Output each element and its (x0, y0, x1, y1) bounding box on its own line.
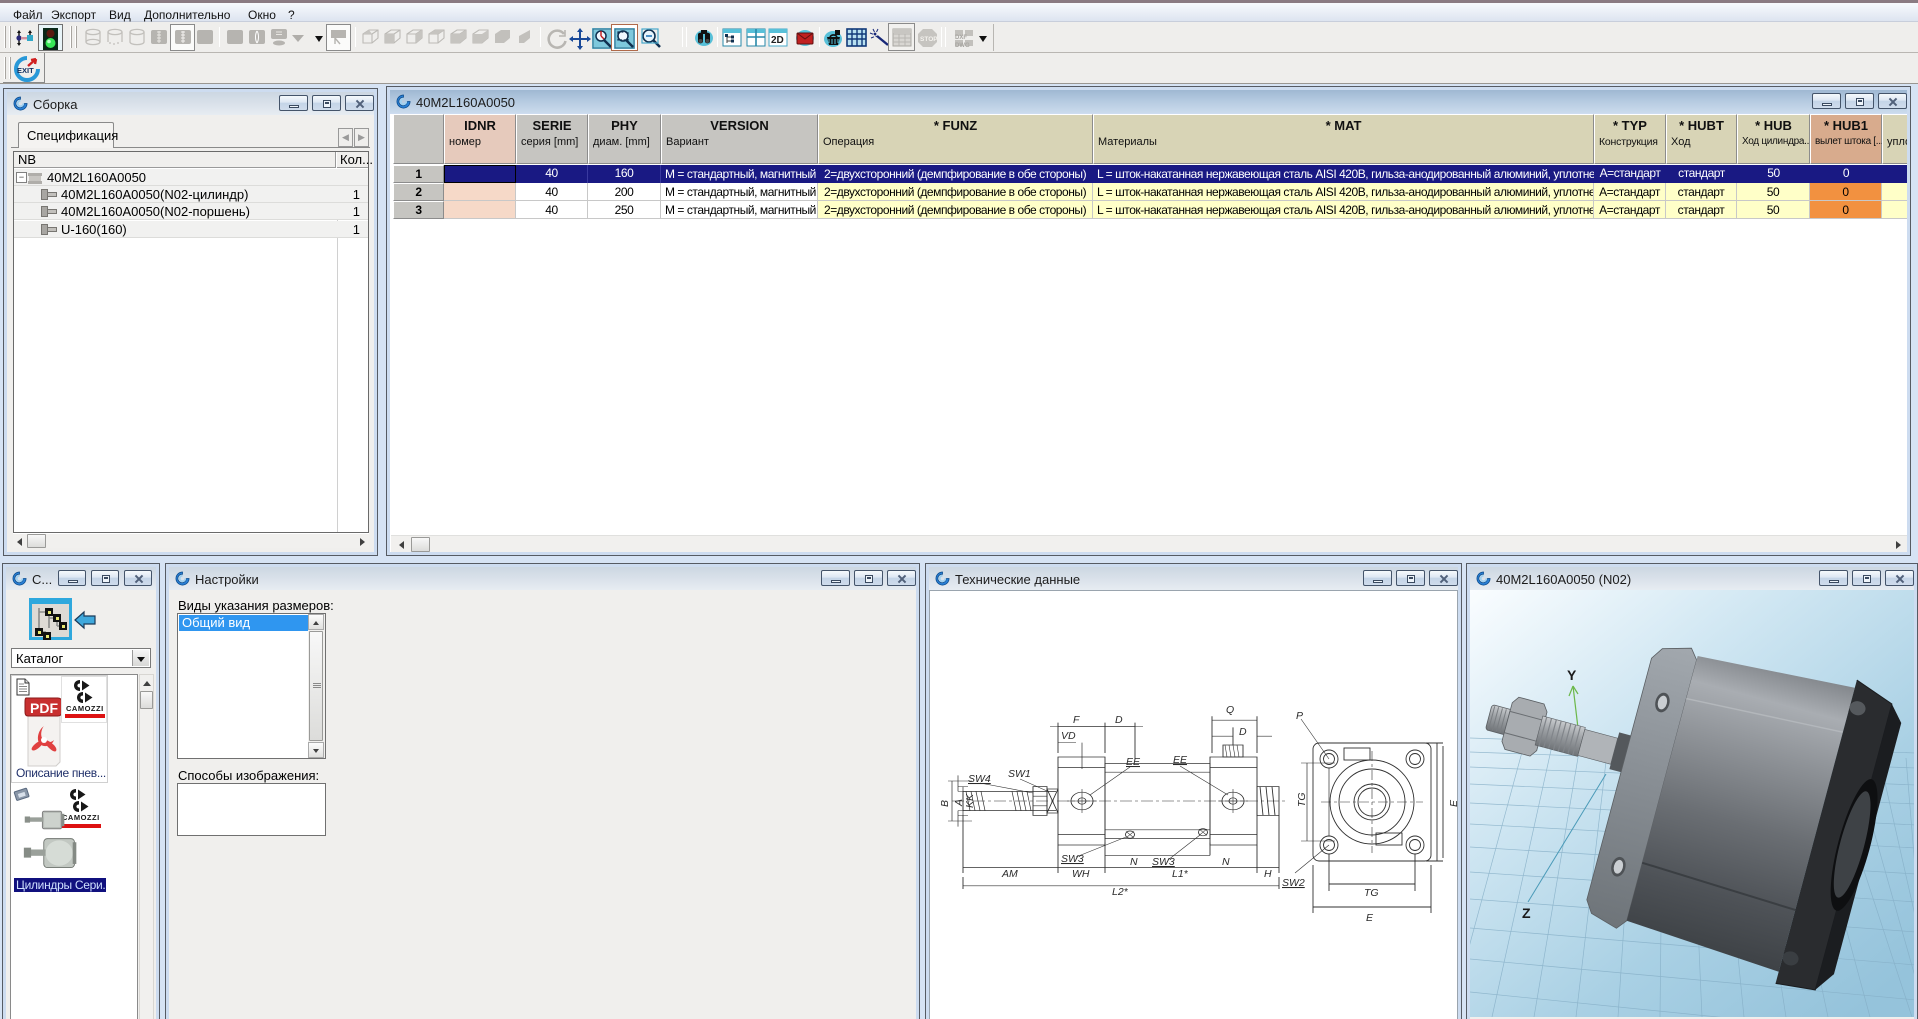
svg-text:Z: Z (1522, 905, 1531, 921)
svg-text:VD: VD (1061, 730, 1076, 742)
svg-text:SW3: SW3 (1152, 856, 1175, 868)
svg-text:F: F (1073, 714, 1080, 726)
svg-text:SW2: SW2 (1282, 877, 1305, 889)
svg-text:E: E (1448, 799, 1459, 807)
svg-text:DWG: DWG (955, 43, 970, 49)
svg-text:E: E (1366, 912, 1374, 924)
svg-text:CAMOZZI: CAMOZZI (66, 704, 104, 712)
svg-text:EE: EE (1173, 754, 1188, 766)
svg-text:SW4: SW4 (968, 773, 991, 785)
svg-text:TG: TG (1364, 887, 1379, 899)
svg-text:CAMOZZI: CAMOZZI (62, 813, 100, 821)
svg-text:D: D (1115, 714, 1123, 726)
svg-text:2D: 2D (771, 35, 784, 46)
svg-text:DXF: DXF (955, 35, 967, 41)
svg-text:N: N (1222, 856, 1230, 868)
svg-text:AM: AM (1001, 868, 1018, 880)
svg-text:EE: EE (1126, 756, 1141, 768)
svg-text:D: D (1239, 726, 1247, 738)
svg-text:Q: Q (1226, 704, 1234, 716)
svg-text:PDF: PDF (30, 700, 58, 716)
svg-text:P: P (1296, 710, 1303, 722)
svg-text:L1*: L1* (1172, 868, 1189, 880)
svg-text:WH: WH (1072, 868, 1090, 880)
svg-text:EXIT: EXIT (17, 66, 34, 75)
svg-text:H: H (1264, 868, 1272, 880)
svg-text:N: N (1130, 856, 1138, 868)
svg-text:Y: Y (1567, 667, 1577, 683)
svg-text:L2*: L2* (1112, 886, 1129, 898)
svg-text:STOP: STOP (920, 36, 938, 43)
svg-text:SW1: SW1 (1008, 768, 1031, 780)
svg-text:SW3: SW3 (1061, 853, 1084, 865)
svg-text:KK: KK (964, 793, 976, 808)
svg-text:B: B (939, 800, 951, 807)
svg-text:TG: TG (1296, 792, 1308, 807)
